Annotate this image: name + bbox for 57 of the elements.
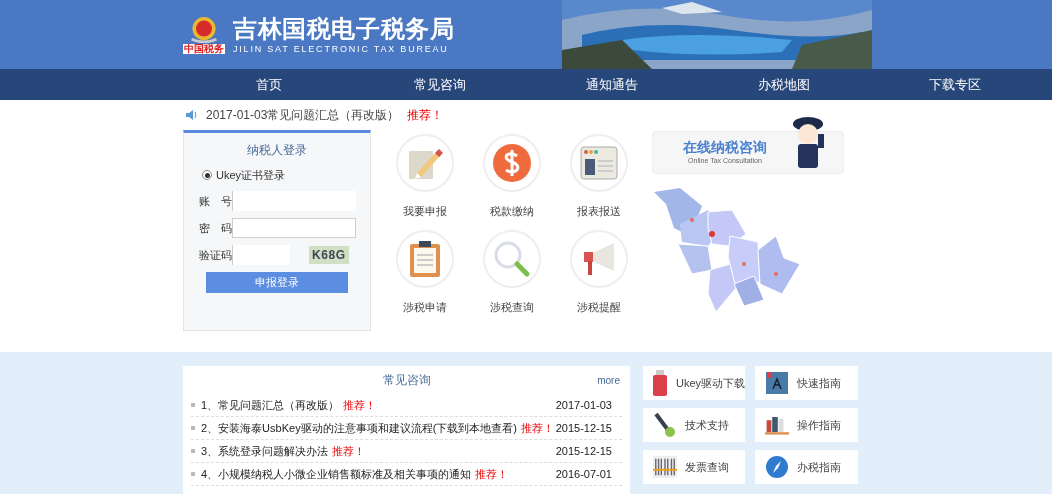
- browser-window-icon: [580, 146, 618, 180]
- compass-icon: [765, 455, 789, 479]
- radio-button[interactable]: [202, 170, 212, 181]
- faq-date: 2015-12-15: [555, 443, 612, 459]
- service-label[interactable]: 我要申报: [403, 203, 447, 220]
- emblem-icon: [188, 15, 220, 43]
- captcha-image[interactable]: K68G: [309, 246, 349, 264]
- site-subtitle: JILIN SAT ELECTRONIC TAX BUREAU: [233, 42, 450, 55]
- nav-link[interactable]: 常见咨询: [354, 69, 527, 100]
- quick-link-tile[interactable]: 快速指南: [755, 366, 858, 400]
- quick-link-tile[interactable]: 操作指南: [755, 408, 858, 442]
- emblem-caption: 中国税务: [183, 43, 225, 54]
- nav-link[interactable]: 下载专区: [869, 69, 1041, 100]
- service-label[interactable]: 涉税查询: [490, 298, 534, 315]
- service-label[interactable]: 涉税提醒: [577, 298, 621, 315]
- faq-item-link[interactable]: 1、常见问题汇总（再改版） 推荐！: [201, 396, 556, 414]
- service-label[interactable]: 涉税申请: [403, 298, 447, 315]
- field-label: 验证码: [199, 247, 232, 263]
- speaker-icon: [186, 110, 198, 120]
- quick-link-tile[interactable]: 发票查询: [643, 450, 745, 484]
- faq-date: 2015-12-15: [555, 420, 612, 436]
- quick-link-tile[interactable]: Ukey驱动下载: [643, 366, 745, 400]
- dollar-coin-icon: [492, 143, 532, 183]
- service-label[interactable]: 税款缴纳: [490, 203, 534, 220]
- captcha-field[interactable]: [232, 245, 290, 265]
- faq-item-link[interactable]: 3、系统登录问题解决办法 推荐！: [201, 442, 556, 460]
- bullet-icon: [191, 426, 195, 430]
- faq-title: 常见咨询: [382, 372, 431, 389]
- login-title: 纳税人登录: [246, 142, 308, 159]
- nav-link[interactable]: 通知通告: [526, 69, 698, 100]
- more-link[interactable]: more: [597, 372, 620, 388]
- service-label[interactable]: 报表报送: [577, 203, 621, 220]
- book-icon: [766, 372, 788, 394]
- nav-link[interactable]: 办税地图: [697, 69, 870, 100]
- usb-drive-icon: [653, 370, 668, 396]
- quick-link-tile[interactable]: 技术支持: [643, 408, 745, 442]
- nav-link[interactable]: 首页: [183, 69, 355, 100]
- faq-date: 2016-07-01: [555, 466, 612, 482]
- faq-item-link[interactable]: 2、安装海泰UsbKey驱动的注意事项和建议流程(下载到本地查看) 推荐！: [201, 419, 556, 437]
- password-field[interactable]: [232, 218, 356, 238]
- field-label: 密 码: [199, 220, 232, 236]
- radio-label: Ukey证书登录: [216, 168, 286, 183]
- notice-text[interactable]: 2017-01-03常见问题汇总（再改版） 推荐！: [206, 106, 444, 124]
- wrench-icon: [653, 412, 677, 438]
- quick-link-tile[interactable]: 办税指南: [755, 450, 858, 484]
- account-field[interactable]: [232, 191, 356, 211]
- faq-item-link[interactable]: 4、小规模纳税人小微企业销售额标准及相关事项的通知 推荐！: [201, 465, 556, 483]
- site-title: 吉林国税电子税务局: [233, 14, 455, 43]
- bullet-icon: [191, 403, 195, 407]
- clipboard-icon: [409, 239, 441, 278]
- field-label: 账 号: [199, 193, 232, 209]
- magnifier-icon: [493, 239, 531, 278]
- barcode-icon: [653, 455, 677, 479]
- consult-title: 在线纳税咨询: [683, 138, 767, 155]
- bullet-icon: [191, 449, 195, 453]
- faq-date: 2017-01-03: [555, 397, 612, 413]
- bullet-icon: [191, 472, 195, 476]
